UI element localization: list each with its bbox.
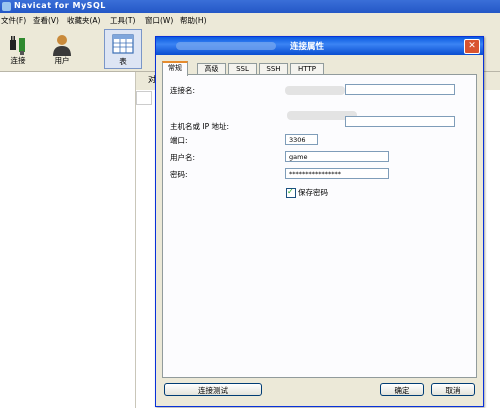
table-button[interactable]: 表: [104, 29, 142, 69]
username-label: 用户名:: [170, 153, 196, 162]
dialog-titlebar[interactable]: 连接属性 ✕: [156, 37, 483, 55]
table-icon: [112, 34, 134, 54]
tab-http[interactable]: HTTP: [290, 63, 324, 74]
host-label: 主机名或 IP 地址:: [170, 122, 230, 131]
connect-label: 连接: [10, 56, 26, 65]
test-connection-button[interactable]: 连接测试: [164, 383, 262, 396]
user-button[interactable]: 用户: [44, 31, 80, 67]
username-field[interactable]: game: [285, 151, 389, 162]
save-password-label: 保存密码: [298, 188, 328, 197]
tab-ssh[interactable]: SSH: [259, 63, 288, 74]
connection-properties-dialog: 连接属性 ✕ 常规 高级 SSL SSH HTTP 连接名: 主机名或 IP 地…: [155, 36, 484, 407]
tab-advanced[interactable]: 高级: [197, 63, 226, 74]
menu-file[interactable]: 文件(F): [1, 15, 26, 26]
menu-favorites[interactable]: 收藏夹(A): [67, 15, 100, 26]
menu-tools[interactable]: 工具(T): [110, 15, 135, 26]
host-field[interactable]: [345, 116, 455, 127]
table-label: 表: [119, 57, 127, 66]
menu-window[interactable]: 窗口(W): [145, 15, 173, 26]
connection-tree-pane[interactable]: [0, 72, 136, 408]
tab-ssl[interactable]: SSL: [228, 63, 257, 74]
background-panel: [136, 91, 152, 105]
password-field[interactable]: ****************: [285, 168, 389, 179]
connect-button[interactable]: 连接: [0, 31, 36, 67]
checkmark-icon: ✓: [287, 187, 294, 196]
save-password-checkbox[interactable]: ✓ 保存密码: [286, 187, 328, 198]
port-field[interactable]: 3306: [285, 134, 318, 145]
redacted-title-area: [176, 42, 276, 50]
ok-button[interactable]: 确定: [380, 383, 424, 396]
menu-help[interactable]: 帮助(H): [180, 15, 207, 26]
port-label: 端口:: [170, 136, 188, 145]
user-icon: [53, 35, 71, 56]
password-label: 密码:: [170, 170, 188, 179]
tab-general[interactable]: 常规: [162, 61, 188, 76]
user-label: 用户: [54, 56, 70, 65]
checkbox-box[interactable]: ✓: [286, 187, 296, 198]
connection-name-label: 连接名:: [170, 86, 196, 95]
app-titlebar: Navicat for MySQL: [0, 0, 500, 13]
plug-icon: [10, 36, 25, 55]
menubar: 文件(F) 查看(V) 收藏夹(A) 工具(T) 窗口(W) 帮助(H): [0, 13, 500, 27]
dialog-title: 连接属性: [290, 42, 325, 52]
cancel-button[interactable]: 取消: [431, 383, 475, 396]
menu-view[interactable]: 查看(V): [33, 15, 59, 26]
app-title: Navicat for MySQL: [14, 1, 106, 10]
close-icon[interactable]: ✕: [464, 39, 480, 54]
app-logo-icon: [2, 2, 11, 11]
connection-name-field[interactable]: [345, 84, 455, 95]
general-tab-panel: 连接名: 主机名或 IP 地址: 端口: 3306 用户名: game 密码: …: [162, 74, 477, 378]
redacted-connection-name: [285, 86, 345, 95]
